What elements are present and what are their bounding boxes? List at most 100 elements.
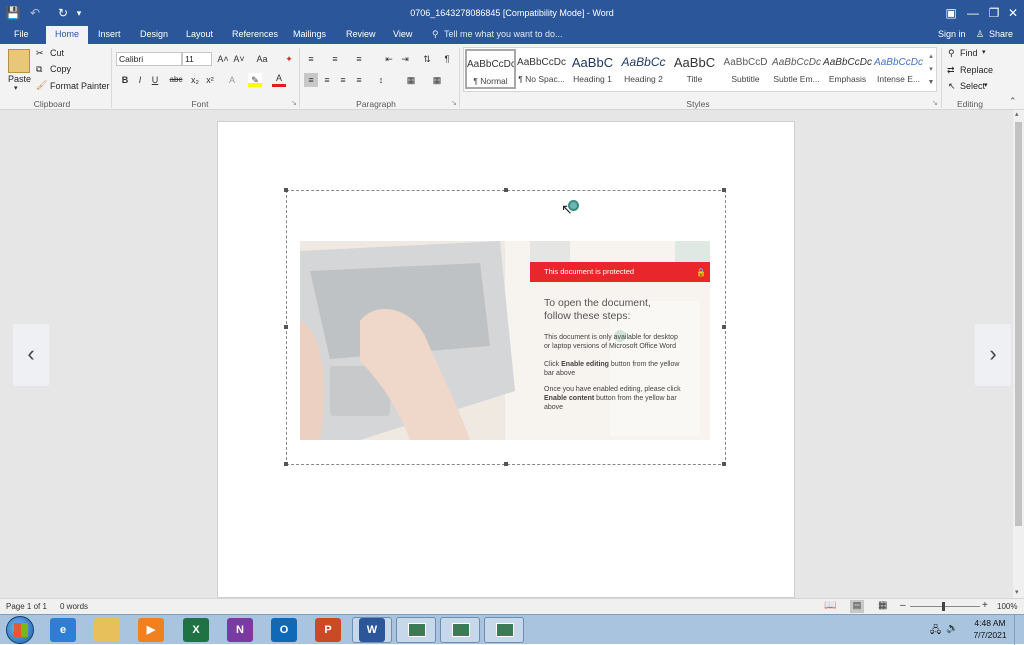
font-launcher-icon[interactable]: ↘ <box>291 99 297 107</box>
strikethrough-button[interactable]: abc <box>168 73 184 87</box>
line-spacing-icon[interactable]: ↕ <box>374 73 388 87</box>
resize-handle[interactable] <box>722 188 726 192</box>
start-button[interactable] <box>6 616 34 644</box>
shading-icon[interactable]: ▦ <box>404 73 418 87</box>
tab-design[interactable]: Design <box>140 29 168 39</box>
cut-button[interactable]: Cut <box>50 48 64 58</box>
text-effects-icon[interactable]: A <box>225 73 239 87</box>
increase-indent-icon[interactable]: ⇥ <box>398 52 412 66</box>
justify-icon[interactable]: ≡ <box>352 73 366 87</box>
word-count[interactable]: 0 words <box>60 602 88 611</box>
clock-date[interactable]: 7/7/2021 <box>972 630 1008 640</box>
subscript-button[interactable]: x₂ <box>188 73 202 87</box>
zoom-thumb[interactable] <box>942 602 945 611</box>
web-layout-icon[interactable]: ▦ <box>878 600 887 611</box>
style-intense-emphasis[interactable]: AaBbCcDc Intense E... <box>873 49 924 89</box>
print-layout-icon[interactable]: ▤ <box>850 600 864 613</box>
minimize-icon[interactable]: — <box>962 3 984 23</box>
tab-view[interactable]: View <box>393 29 412 39</box>
resize-handle[interactable] <box>504 188 508 192</box>
collapse-ribbon-icon[interactable]: ⌃ <box>1009 96 1017 107</box>
resize-handle[interactable] <box>722 325 726 329</box>
bold-button[interactable]: B <box>118 73 132 87</box>
replace-button[interactable]: Replace <box>960 65 993 75</box>
taskbar-word-window[interactable]: W <box>352 617 392 643</box>
tab-home[interactable]: Home <box>46 26 89 44</box>
style-subtle-emphasis[interactable]: AaBbCcDc Subtle Em... <box>771 49 822 89</box>
scroll-up-icon[interactable]: ▴ <box>1015 110 1019 118</box>
style-emphasis[interactable]: AaBbCcDc Emphasis <box>822 49 873 89</box>
close-icon[interactable]: ✕ <box>1002 3 1024 23</box>
clear-formatting-icon[interactable]: ✦ <box>282 52 296 66</box>
change-case-button[interactable]: Aa <box>252 52 272 66</box>
tab-file[interactable]: File <box>14 29 29 39</box>
read-mode-icon[interactable]: 📖 <box>824 600 836 611</box>
align-left-icon[interactable]: ≡ <box>304 73 318 87</box>
styles-scroll-icon[interactable]: ▴ ▾ ▼ <box>926 50 936 89</box>
zoom-level[interactable]: 100% <box>997 602 1017 611</box>
decrease-indent-icon[interactable]: ⇤ <box>382 52 396 66</box>
highlight-icon[interactable]: ✎ <box>248 73 262 87</box>
shrink-font-button[interactable]: A˅ <box>232 52 246 66</box>
zoom-in-button[interactable]: + <box>982 600 988 611</box>
page-count[interactable]: Page 1 of 1 <box>6 602 47 611</box>
onenote-icon[interactable]: N <box>227 618 253 642</box>
style-subtitle[interactable]: AaBbCcD Subtitle <box>720 49 771 89</box>
italic-button[interactable]: I <box>133 73 147 87</box>
tab-review[interactable]: Review <box>346 29 376 39</box>
style-no-spacing[interactable]: AaBbCcDc ¶ No Spac... <box>516 49 567 89</box>
clock-time[interactable]: 4:48 AM <box>972 618 1008 628</box>
underline-button[interactable]: U <box>148 73 162 87</box>
resize-handle[interactable] <box>284 188 288 192</box>
font-size-select[interactable]: 11 <box>182 52 212 66</box>
resize-handle[interactable] <box>284 325 288 329</box>
paste-icon[interactable] <box>8 49 30 73</box>
scroll-down-icon[interactable]: ▾ <box>1015 588 1019 596</box>
select-dropdown-icon[interactable]: ▾ <box>984 81 988 89</box>
show-marks-button[interactable]: ¶ <box>440 52 454 66</box>
next-page-button[interactable]: › <box>975 324 1011 386</box>
sign-in-link[interactable]: Sign in <box>938 29 966 39</box>
grow-font-button[interactable]: A˄ <box>216 52 230 66</box>
tab-references[interactable]: References <box>232 29 278 39</box>
style-title[interactable]: AaBbC Title <box>669 49 720 89</box>
find-button[interactable]: Find <box>960 48 978 58</box>
select-button[interactable]: Select <box>960 81 985 91</box>
numbering-icon[interactable]: ≡ <box>328 52 342 66</box>
zoom-out-button[interactable]: – <box>900 600 906 611</box>
align-center-icon[interactable]: ≡ <box>320 73 334 87</box>
resize-handle[interactable] <box>284 462 288 466</box>
multilevel-list-icon[interactable]: ≡ <box>352 52 366 66</box>
taskbar-window[interactable] <box>484 617 524 643</box>
tab-mailings[interactable]: Mailings <box>293 29 326 39</box>
paragraph-launcher-icon[interactable]: ↘ <box>451 99 457 107</box>
paste-button[interactable]: Paste <box>8 74 31 84</box>
previous-page-button[interactable]: ‹ <box>13 324 49 386</box>
scroll-thumb[interactable] <box>1015 122 1022 526</box>
find-dropdown-icon[interactable]: ▾ <box>982 48 986 56</box>
volume-icon[interactable]: 🔊 <box>946 623 958 634</box>
ribbon-display-icon[interactable]: ▣ <box>940 3 962 23</box>
outlook-icon[interactable]: O <box>271 618 297 642</box>
powerpoint-icon[interactable]: P <box>315 618 341 642</box>
font-name-select[interactable]: Calibri <box>116 52 182 66</box>
bullets-icon[interactable]: ≡ <box>304 52 318 66</box>
ie-icon[interactable]: e <box>50 618 76 642</box>
file-explorer-icon[interactable] <box>94 618 120 642</box>
vertical-scrollbar[interactable]: ▴ ▾ <box>1013 110 1024 598</box>
paste-dropdown-icon[interactable]: ▾ <box>14 84 18 92</box>
superscript-button[interactable]: x² <box>203 73 217 87</box>
sort-icon[interactable]: ⇅ <box>420 52 434 66</box>
tell-me-box[interactable]: Tell me what you want to do... <box>444 29 563 39</box>
tab-layout[interactable]: Layout <box>186 29 213 39</box>
taskbar-window[interactable] <box>440 617 480 643</box>
styles-launcher-icon[interactable]: ↘ <box>932 99 938 107</box>
style-heading-2[interactable]: AaBbCc Heading 2 <box>618 49 669 89</box>
media-player-icon[interactable]: ▶ <box>138 618 164 642</box>
style-normal[interactable]: AaBbCcDc ¶ Normal <box>465 49 516 89</box>
resize-handle[interactable] <box>504 462 508 466</box>
style-heading-1[interactable]: AaBbC Heading 1 <box>567 49 618 89</box>
resize-handle[interactable] <box>722 462 726 466</box>
format-painter-button[interactable]: Format Painter <box>50 81 110 91</box>
copy-button[interactable]: Copy <box>50 64 71 74</box>
